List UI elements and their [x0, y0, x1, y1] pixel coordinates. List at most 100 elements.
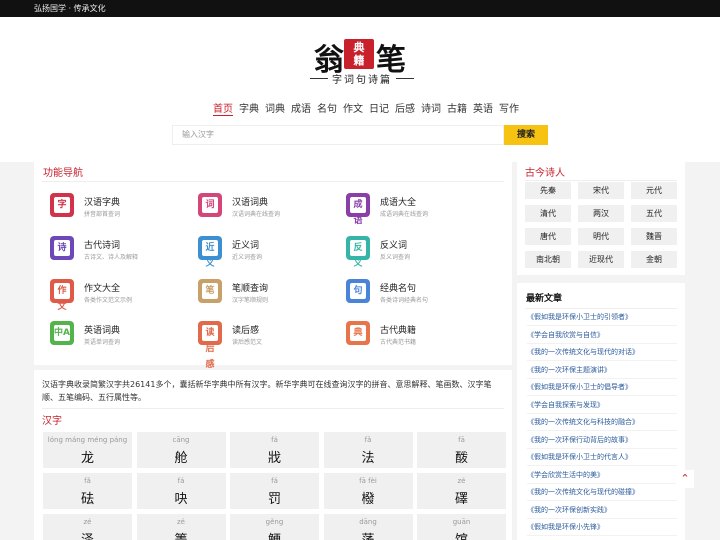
search-button[interactable]: 搜索 — [504, 125, 548, 145]
back-to-top-button[interactable]: ⌃ — [676, 470, 694, 488]
nav-item[interactable]: 字典 — [239, 100, 259, 116]
top-bar: 弘扬国学 · 传承文化 — [0, 0, 720, 17]
char-pinyin: fá — [271, 436, 278, 444]
article-link[interactable]: 《我的一次传统文化与科技的融合》 — [527, 414, 677, 431]
function-item[interactable]: 字 汉语字典 拼音部首查词 — [50, 193, 190, 223]
chevron-up-icon: ⌃ — [680, 472, 690, 485]
article-link[interactable]: 《假如我是环保小卫士的倡导者》 — [527, 379, 677, 396]
function-item[interactable]: 词 汉语词典 汉语词典在线查询 — [198, 193, 338, 223]
poet-era-tag[interactable]: 五代 — [631, 205, 677, 222]
char-cell[interactable]: fā fèi 橃 — [323, 473, 413, 509]
function-item[interactable]: 成语 成语大全 成语词典在线查询 — [346, 193, 486, 226]
articles-title: 最新文章 — [526, 294, 563, 304]
function-icon: 典 — [346, 321, 370, 345]
article-link[interactable]: 《我的一次传统文化与现代的对话》 — [527, 344, 677, 361]
poet-era-tag[interactable]: 金朝 — [631, 251, 677, 268]
nav-item[interactable]: 诗词 — [421, 100, 441, 116]
function-nav-panel: 功能导航 字 汉语字典 拼音部首查词 词 汉语词典 汉语词典在线查询 成语 成语大全 成语词典在… — [34, 155, 512, 370]
char-cell[interactable]: zé 箦 — [136, 514, 226, 540]
nav-item[interactable]: 作文 — [343, 100, 363, 116]
nav-item[interactable]: 词典 — [265, 100, 285, 116]
char-cell[interactable]: dāng 荡 — [323, 514, 413, 540]
article-link[interactable]: 《我的一次环保行动背后的故事》 — [527, 432, 677, 449]
article-link[interactable]: 《我的一次环保创新实践》 — [527, 502, 677, 519]
site-slogan: 弘扬国学 · 传承文化 — [34, 4, 106, 13]
nav-item[interactable]: 成语 — [291, 100, 311, 116]
dictionary-panel: 汉语字典收录简繁汉字共26141多个，囊括新华字典中所有汉字。新华字典可在线查询… — [34, 370, 512, 540]
dictionary-intro: 汉语字典收录简繁汉字共26141多个，囊括新华字典中所有汉字。新华字典可在线查询… — [42, 380, 492, 402]
article-link[interactable]: 《我的一次传统文化与现代的碰撞》 — [527, 484, 677, 501]
char-glyph: 砝 — [80, 492, 94, 507]
char-glyph: 橃 — [361, 492, 375, 507]
nav-item[interactable]: 日记 — [369, 100, 389, 116]
article-link[interactable]: 《学会自我探索与发现》 — [527, 397, 677, 414]
poet-era-tag[interactable]: 清代 — [525, 205, 571, 222]
divider — [42, 408, 504, 409]
function-icon-glyph: 句 — [350, 283, 366, 299]
article-link[interactable]: 《学会自我欣赏与自信》 — [527, 327, 677, 344]
char-cell[interactable]: lóng máng méng páng 龙 — [43, 432, 132, 468]
char-glyph: 舱 — [174, 451, 188, 466]
search-input[interactable]: 输入汉字 — [172, 125, 504, 145]
function-item[interactable]: 诗 古代诗词 古诗文、诗人及解释 — [50, 236, 190, 266]
function-desc: 英语单词查询 — [84, 339, 121, 346]
function-desc: 各类诗词经典名句 — [380, 297, 429, 304]
function-item[interactable]: 近义 近义词 近义词查询 — [198, 236, 338, 269]
poet-era-tag[interactable]: 宋代 — [578, 182, 624, 199]
function-item[interactable]: 笔 笔顺查询 汉字笔顺规则 — [198, 279, 338, 309]
function-desc: 汉语词典在线查询 — [232, 211, 281, 218]
function-name: 英语词典 — [84, 326, 121, 336]
function-icon: 笔 — [198, 279, 222, 303]
char-cell[interactable]: cāng 舱 — [136, 432, 226, 468]
char-pinyin: fá — [177, 477, 185, 485]
function-icon-glyph: 近义 — [202, 240, 218, 269]
char-cell[interactable]: zé 礋 — [417, 473, 506, 509]
char-cell[interactable]: gěng 鲠 — [230, 514, 319, 540]
function-item[interactable]: 典 古代典籍 古代典范书籍 — [346, 321, 486, 351]
article-link[interactable]: 《假如我是环保小先锋》 — [527, 519, 677, 536]
function-item[interactable]: 作文 作文大全 各类作文范文示例 — [50, 279, 190, 312]
poet-era-tag[interactable]: 明代 — [578, 228, 624, 245]
function-icon-glyph: 中A — [54, 325, 70, 341]
article-link[interactable]: 《假如我是环保小卫士的代言人》 — [527, 449, 677, 466]
function-name: 笔顺查询 — [232, 284, 269, 294]
nav-item[interactable]: 写作 — [499, 100, 519, 116]
nav-item[interactable]: 后感 — [395, 100, 415, 116]
function-item[interactable]: 句 经典名句 各类诗词经典名句 — [346, 279, 486, 309]
char-cell[interactable]: fǎ 砝 — [43, 473, 132, 509]
function-item[interactable]: 中A 英语词典英语单词查询 — [50, 321, 190, 351]
poet-era-tag[interactable]: 两汉 — [578, 205, 624, 222]
char-cell[interactable]: fǎ 法 — [323, 432, 413, 468]
char-cell[interactable]: fā 酦 — [417, 432, 506, 468]
poet-era-tag[interactable]: 南北朝 — [525, 251, 571, 268]
poet-era-tag[interactable]: 唐代 — [525, 228, 571, 245]
poet-era-tag[interactable]: 魏晋 — [631, 228, 677, 245]
char-cell[interactable]: fá 吷 — [136, 473, 226, 509]
logo-seal: 典 籍 — [344, 39, 374, 69]
function-desc: 古代典范书籍 — [380, 339, 417, 346]
nav-item[interactable]: 古籍 — [447, 100, 467, 116]
char-cell[interactable]: zé 泽 — [43, 514, 132, 540]
char-cell[interactable]: guān 馆 — [417, 514, 506, 540]
char-cell[interactable]: fá 罚 — [230, 473, 319, 509]
function-icon: 词 — [198, 193, 222, 217]
article-link[interactable]: 《假如我是环保小卫士的引领者》 — [527, 309, 677, 326]
nav-item[interactable]: 首页 — [213, 100, 233, 116]
nav-item[interactable]: 英语 — [473, 100, 493, 116]
function-icon: 成语 — [346, 193, 370, 226]
function-icon-glyph: 读后感 — [202, 325, 218, 370]
site-logo[interactable]: 翁 笔 典 籍 字词句诗篇 — [310, 35, 414, 86]
poet-era-tag[interactable]: 近现代 — [578, 251, 624, 268]
poet-era-tag[interactable]: 元代 — [631, 182, 677, 199]
function-desc: 古诗文、诗人及解释 — [84, 254, 139, 261]
poet-era-tag[interactable]: 先秦 — [525, 182, 571, 199]
char-glyph: 戕 — [267, 451, 281, 466]
nav-item[interactable]: 名句 — [317, 100, 337, 116]
char-glyph: 馆 — [417, 529, 506, 540]
function-item[interactable]: 反义 反义词 反义词查询 — [346, 236, 486, 269]
article-link[interactable]: 《我的一次环保主题演讲》 — [527, 362, 677, 379]
article-link[interactable]: 《学会欣赏生活中的美》 — [527, 467, 677, 484]
char-cell[interactable]: fá 戕 — [230, 432, 319, 468]
char-pinyin: fā fèi — [359, 477, 377, 485]
function-item[interactable]: 读后感 读后感 读后感范文 — [198, 321, 338, 370]
